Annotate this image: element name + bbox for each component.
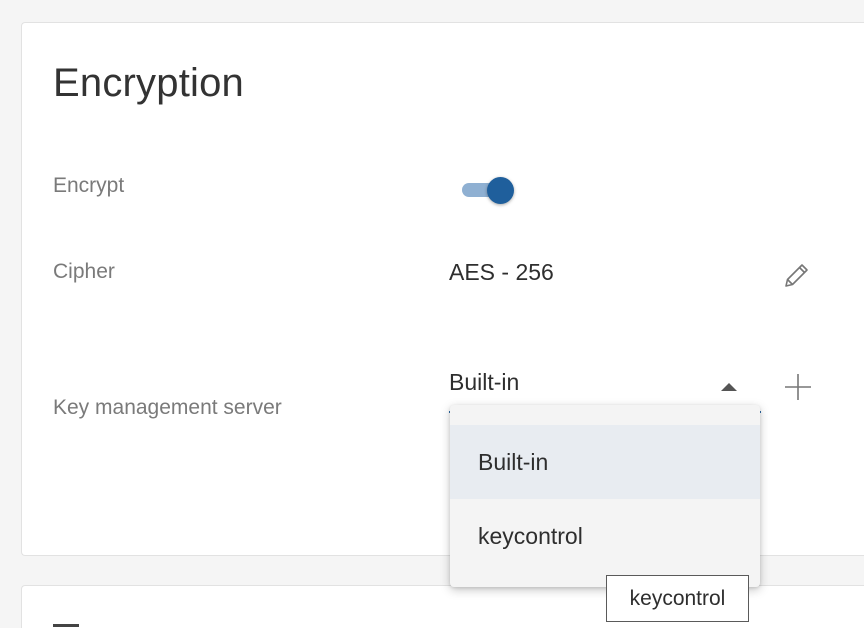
dropdown-option-built-in[interactable]: Built-in <box>450 425 760 499</box>
toggle-thumb <box>487 177 514 204</box>
kms-select-value: Built-in <box>449 369 520 395</box>
add-kms-button[interactable] <box>781 370 815 404</box>
plus-icon <box>785 374 811 400</box>
encrypt-label: Encrypt <box>53 174 125 197</box>
cipher-label: Cipher <box>53 260 115 283</box>
tooltip: keycontrol <box>606 575 749 622</box>
caret-up-icon <box>721 383 737 391</box>
card-title: Encryption <box>53 61 244 105</box>
pencil-icon <box>785 264 808 287</box>
page: Encryption Encrypt Cipher AES - 256 Key … <box>0 0 864 628</box>
card-icon <box>53 624 79 628</box>
dropdown-option-keycontrol[interactable]: keycontrol <box>450 499 760 573</box>
kms-label: Key management server <box>53 396 282 419</box>
cipher-value: AES - 256 <box>449 259 554 285</box>
edit-cipher-button[interactable] <box>780 259 812 291</box>
encrypt-toggle[interactable] <box>460 175 516 205</box>
kms-dropdown-menu: Built-in keycontrol <box>450 405 760 587</box>
